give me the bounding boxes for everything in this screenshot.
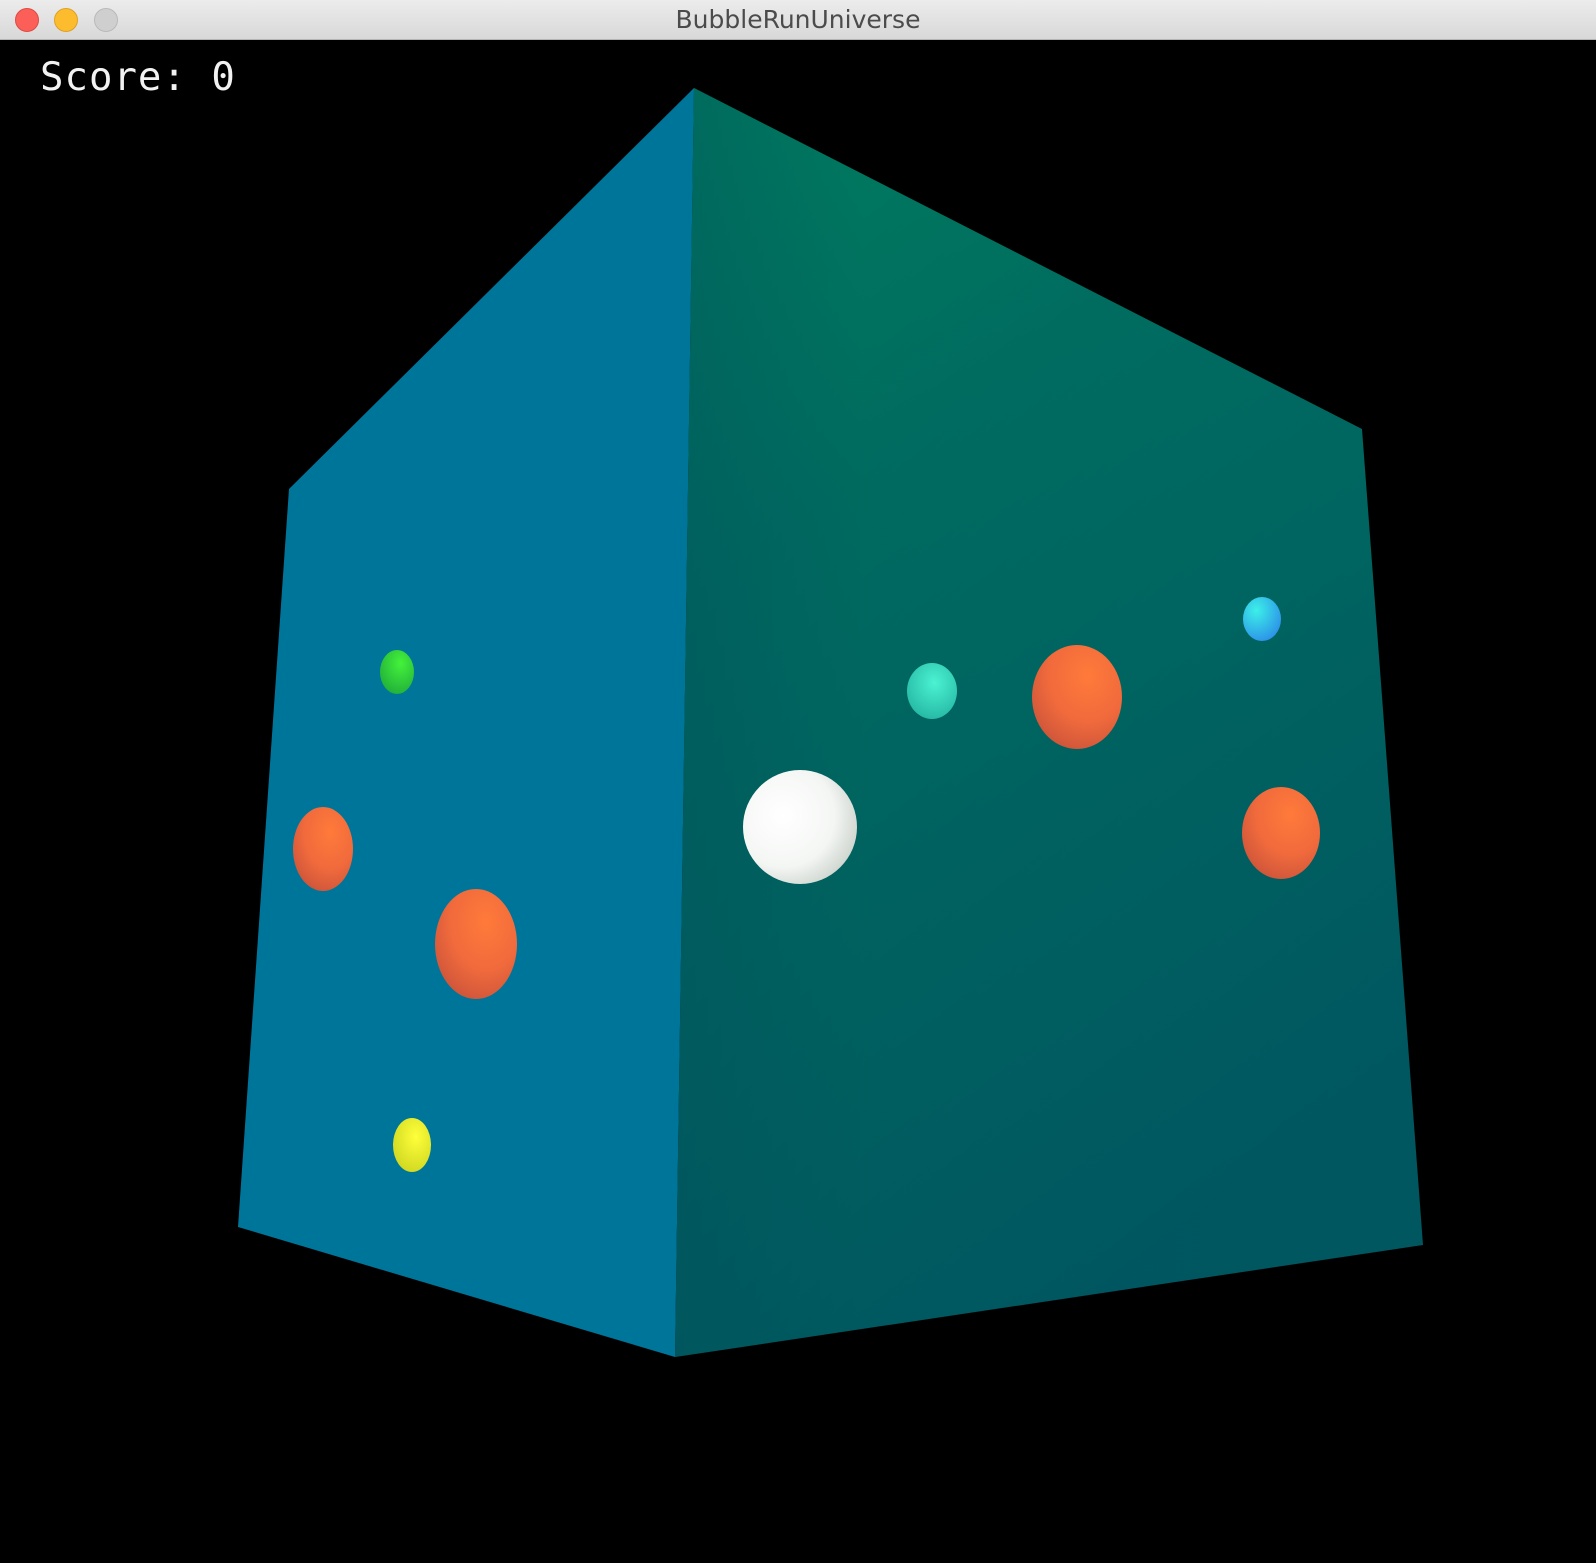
bubble-orange[interactable] <box>435 889 517 999</box>
cube-left-face <box>238 88 694 1357</box>
bubble-orange[interactable] <box>1242 787 1320 879</box>
game-viewport[interactable]: Score: 0 <box>0 41 1596 1563</box>
window-title: BubbleRunUniverse <box>675 5 921 34</box>
bubble-orange[interactable] <box>293 807 353 891</box>
bubble-yellow[interactable] <box>393 1118 431 1172</box>
game-scene[interactable] <box>0 41 1596 1563</box>
game-window: BubbleRunUniverse Score: 0 <box>0 0 1596 1563</box>
title-bar[interactable]: BubbleRunUniverse <box>0 0 1596 40</box>
player-bubble[interactable] <box>743 770 857 884</box>
bubble-cyan[interactable] <box>907 663 957 719</box>
score-display: Score: 0 <box>40 55 236 100</box>
bubble-green[interactable] <box>380 650 414 694</box>
bubble-orange[interactable] <box>1032 645 1122 749</box>
bubble-blue[interactable] <box>1243 597 1281 641</box>
